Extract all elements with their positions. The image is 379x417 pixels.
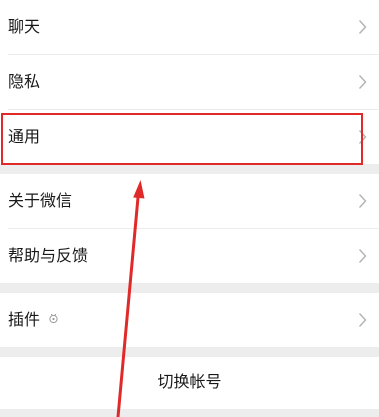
settings-item-label: 关于微信 [8,191,73,210]
chevron-right-icon [358,20,367,34]
settings-item-label-text: 插件 [8,310,41,329]
chevron-right-icon [358,194,367,208]
settings-item-privacy[interactable]: 隐私 [0,55,379,109]
settings-group-about: 关于微信 帮助与反馈 [0,174,379,283]
plugin-icon [49,313,58,324]
chevron-right-icon [358,130,367,144]
settings-item-label: 通用 [8,127,41,146]
settings-item-label: 隐私 [8,72,41,91]
switch-account-button[interactable]: 切换帐号 [0,357,379,409]
settings-item-label: 插件 [8,310,59,330]
switch-account-label: 切换帐号 [157,372,222,391]
settings-item-chat[interactable]: 聊天 [0,0,379,54]
chevron-right-icon [358,249,367,263]
settings-group-account: 切换帐号 [0,357,379,409]
settings-item-about-wechat[interactable]: 关于微信 [0,174,379,228]
settings-item-general[interactable]: 通用 [0,110,379,164]
settings-group-plugins: 插件 [0,293,379,347]
settings-item-label: 聊天 [8,17,41,36]
settings-item-plugins[interactable]: 插件 [0,293,379,347]
settings-item-help-feedback[interactable]: 帮助与反馈 [0,229,379,283]
chevron-right-icon [358,75,367,89]
settings-group-general: 聊天 隐私 通用 [0,0,379,164]
settings-item-label: 帮助与反馈 [8,246,89,265]
chevron-right-icon [358,313,367,327]
